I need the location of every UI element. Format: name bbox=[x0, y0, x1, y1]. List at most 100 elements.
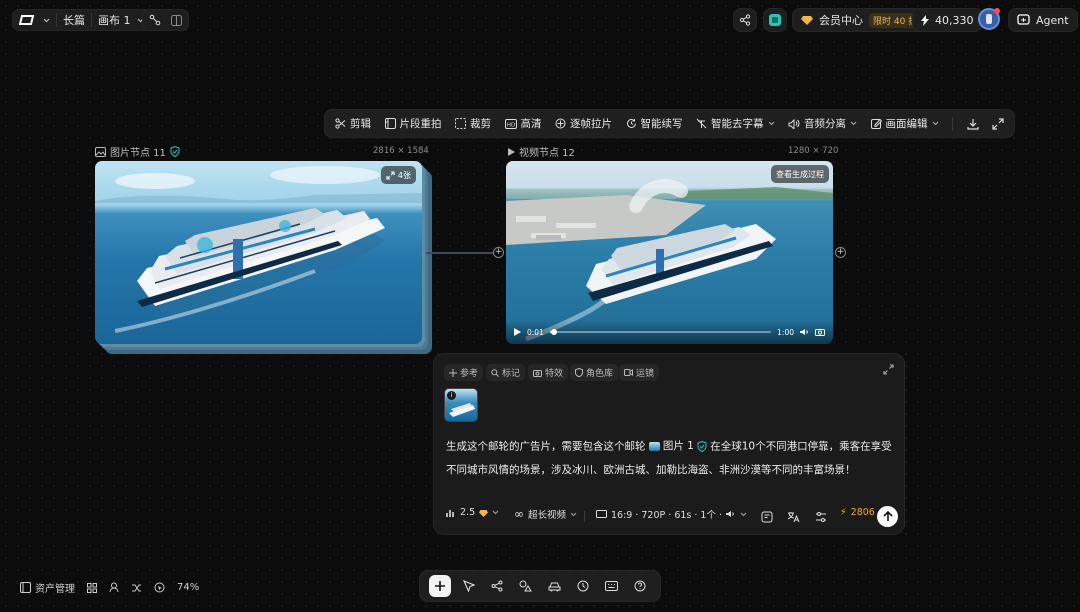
chevron-down-icon bbox=[768, 121, 775, 126]
view-toggle-group bbox=[142, 9, 189, 31]
pointer-icon[interactable] bbox=[154, 582, 165, 593]
stack-icon bbox=[768, 13, 782, 27]
add-node-button[interactable] bbox=[429, 575, 452, 597]
chevron-down-icon[interactable] bbox=[43, 18, 50, 23]
tool-segment-retake[interactable]: 片段重拍 bbox=[384, 116, 442, 131]
video-progress-thumb[interactable] bbox=[551, 329, 558, 335]
chip-effects[interactable]: 特效 bbox=[528, 364, 569, 381]
image-node-title: 图片节点 11 bbox=[95, 144, 180, 159]
tool-image-edit[interactable]: 画面编辑 bbox=[870, 116, 939, 131]
grid-icon[interactable] bbox=[87, 582, 97, 593]
add-next-node-button[interactable]: + bbox=[835, 247, 846, 258]
frame-analysis-icon bbox=[555, 118, 566, 129]
chip-mark[interactable]: 标记 bbox=[486, 364, 526, 381]
layers-button[interactable] bbox=[763, 8, 787, 32]
volume-icon[interactable] bbox=[800, 328, 809, 336]
chip-reference[interactable]: 参考 bbox=[444, 364, 484, 381]
share-button[interactable] bbox=[733, 8, 757, 32]
view-process-button[interactable]: 查看生成过程 bbox=[771, 165, 829, 183]
tool-smart-extend[interactable]: 智能续写 bbox=[626, 116, 683, 131]
tool-cut[interactable]: 剪辑 bbox=[335, 116, 371, 131]
segment-retake-icon bbox=[384, 118, 396, 129]
canvas-selector[interactable]: 画布 1 bbox=[98, 12, 131, 28]
translate-icon[interactable] bbox=[787, 511, 800, 523]
tool-remove-subtitles[interactable]: 智能去字幕 bbox=[696, 116, 775, 131]
character-library-icon bbox=[575, 368, 583, 377]
chip-camera-motion[interactable]: 运镜 bbox=[619, 364, 660, 381]
tool-frame-analysis[interactable]: 逐帧拉片 bbox=[555, 116, 612, 131]
smart-extend-icon bbox=[626, 118, 637, 129]
user-icon[interactable] bbox=[109, 582, 119, 593]
avatar[interactable] bbox=[978, 8, 1000, 30]
notification-dot bbox=[994, 8, 1000, 14]
tool-label: 片段重拍 bbox=[399, 118, 442, 130]
image-edit-icon bbox=[870, 118, 882, 129]
bar-chart-icon bbox=[446, 508, 456, 518]
vip-center-button[interactable]: 会员中心 限时 40 折 bbox=[792, 8, 931, 32]
chevron-down-icon bbox=[492, 510, 499, 515]
car-button[interactable] bbox=[543, 575, 565, 597]
vip-label: 会员中心 bbox=[819, 14, 863, 27]
remove-subtitles-icon bbox=[696, 118, 707, 129]
workflow-button[interactable] bbox=[486, 575, 508, 597]
tool-audio-separation[interactable]: 音频分离 bbox=[788, 116, 857, 131]
camera-icon[interactable] bbox=[815, 328, 825, 336]
expand-panel-icon[interactable] bbox=[883, 364, 894, 375]
model-version-selector[interactable]: 2.5 bbox=[446, 507, 499, 518]
doc-name[interactable]: 长篇 bbox=[63, 12, 85, 28]
credits-display[interactable]: 40,330 bbox=[912, 8, 983, 32]
mode-selector[interactable]: ∞ 超长视频 bbox=[514, 507, 577, 521]
video-progress-track[interactable] bbox=[549, 329, 772, 335]
output-settings-selector[interactable]: 16:9 · 720P · 61s · 1个 · bbox=[596, 507, 747, 521]
chip-label: 运镜 bbox=[636, 369, 655, 379]
chip-character-library[interactable]: 角色库 bbox=[570, 364, 619, 381]
tool-crop[interactable]: 裁剪 bbox=[455, 116, 491, 131]
shapes-icon bbox=[519, 580, 533, 592]
image-count-badge[interactable]: 4张 bbox=[380, 166, 416, 184]
divider bbox=[91, 13, 92, 27]
select-tool-button[interactable] bbox=[458, 575, 480, 597]
canvas[interactable]: 长篇 画布 1 会员中心 限时 40 折 40,330 Agent 剪辑 片段重… bbox=[0, 0, 1080, 612]
thumbnail-info-icon: i bbox=[447, 391, 456, 400]
chip-label: 标记 bbox=[502, 369, 521, 379]
template-icon[interactable] bbox=[761, 511, 773, 523]
bottom-toolbar bbox=[419, 570, 661, 602]
tool-label: 音频分离 bbox=[804, 118, 846, 130]
download-icon bbox=[966, 118, 979, 130]
play-button-icon[interactable] bbox=[514, 328, 521, 336]
tool-label: 逐帧拉片 bbox=[570, 118, 612, 130]
cut-icon bbox=[335, 118, 346, 129]
chip-label: 特效 bbox=[545, 369, 564, 379]
zoom-level[interactable]: 74% bbox=[177, 582, 199, 593]
download-button[interactable] bbox=[966, 118, 979, 130]
send-button[interactable] bbox=[877, 506, 898, 527]
tool-label: 智能去字幕 bbox=[711, 118, 764, 130]
asset-manager-button[interactable]: 资产管理 bbox=[20, 580, 75, 595]
lightning-icon: ⚡ bbox=[840, 507, 847, 518]
agent-button[interactable]: Agent bbox=[1008, 8, 1078, 32]
arrow-up-icon bbox=[882, 511, 893, 521]
video-node[interactable]: 查看生成过程 0:01 1:00 bbox=[506, 161, 833, 344]
image-node[interactable]: 4张 bbox=[95, 161, 422, 344]
shuffle-icon[interactable] bbox=[131, 583, 142, 593]
effects-icon bbox=[533, 369, 542, 377]
split-panel-icon[interactable] bbox=[171, 14, 182, 26]
connect-nodes-icon[interactable] bbox=[149, 14, 161, 26]
image-reference[interactable]: 图片 1 bbox=[648, 435, 707, 458]
image-node-dimensions: 2816 × 1584 bbox=[373, 146, 429, 156]
reference-thumbnail[interactable]: i bbox=[444, 388, 478, 422]
node-toolbar: 剪辑 片段重拍 裁剪 HD 高清 逐帧拉片 智能续写 智能去字幕 音频分离 画面编辑 bbox=[324, 109, 1015, 138]
keyboard-button[interactable] bbox=[600, 575, 622, 597]
add-connection-button[interactable]: + bbox=[493, 247, 504, 258]
help-button[interactable] bbox=[629, 575, 651, 597]
tool-hd[interactable]: HD 高清 bbox=[504, 116, 542, 131]
model-version: 2.5 bbox=[460, 507, 476, 518]
settings-sliders-icon[interactable] bbox=[815, 511, 827, 523]
prompt-text[interactable]: 生成这个邮轮的广告片，需要包含这个邮轮 图片 1 在全球10个不同港口停靠，乘客… bbox=[446, 435, 898, 482]
fullscreen-button[interactable] bbox=[992, 117, 1004, 130]
image-node-name: 图片节点 11 bbox=[110, 148, 166, 159]
app-logo-icon[interactable] bbox=[19, 14, 37, 26]
shapes-button[interactable] bbox=[515, 575, 537, 597]
history-button[interactable] bbox=[572, 575, 594, 597]
mark-icon bbox=[491, 368, 499, 377]
